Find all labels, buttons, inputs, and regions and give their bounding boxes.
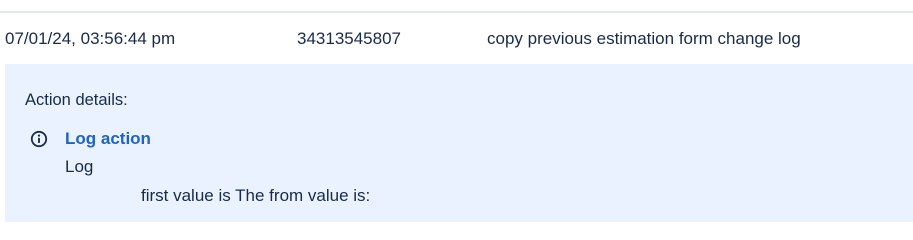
log-action-title: Log action	[65, 129, 151, 148]
info-icon	[30, 130, 48, 148]
action-details-panel: Action details: Log action Log first val…	[5, 64, 913, 222]
log-message: first value is The from value is:	[141, 186, 371, 205]
table-row[interactable]: 07/01/24, 03:56:44 pm 34313545807 copy p…	[0, 13, 913, 64]
id-cell: 34313545807	[297, 29, 402, 48]
action-details-heading: Action details:	[25, 91, 128, 109]
timestamp-cell: 07/01/24, 03:56:44 pm	[5, 29, 176, 48]
description-cell: copy previous estimation form change log	[487, 29, 801, 48]
action-type-label: Log	[65, 157, 94, 176]
